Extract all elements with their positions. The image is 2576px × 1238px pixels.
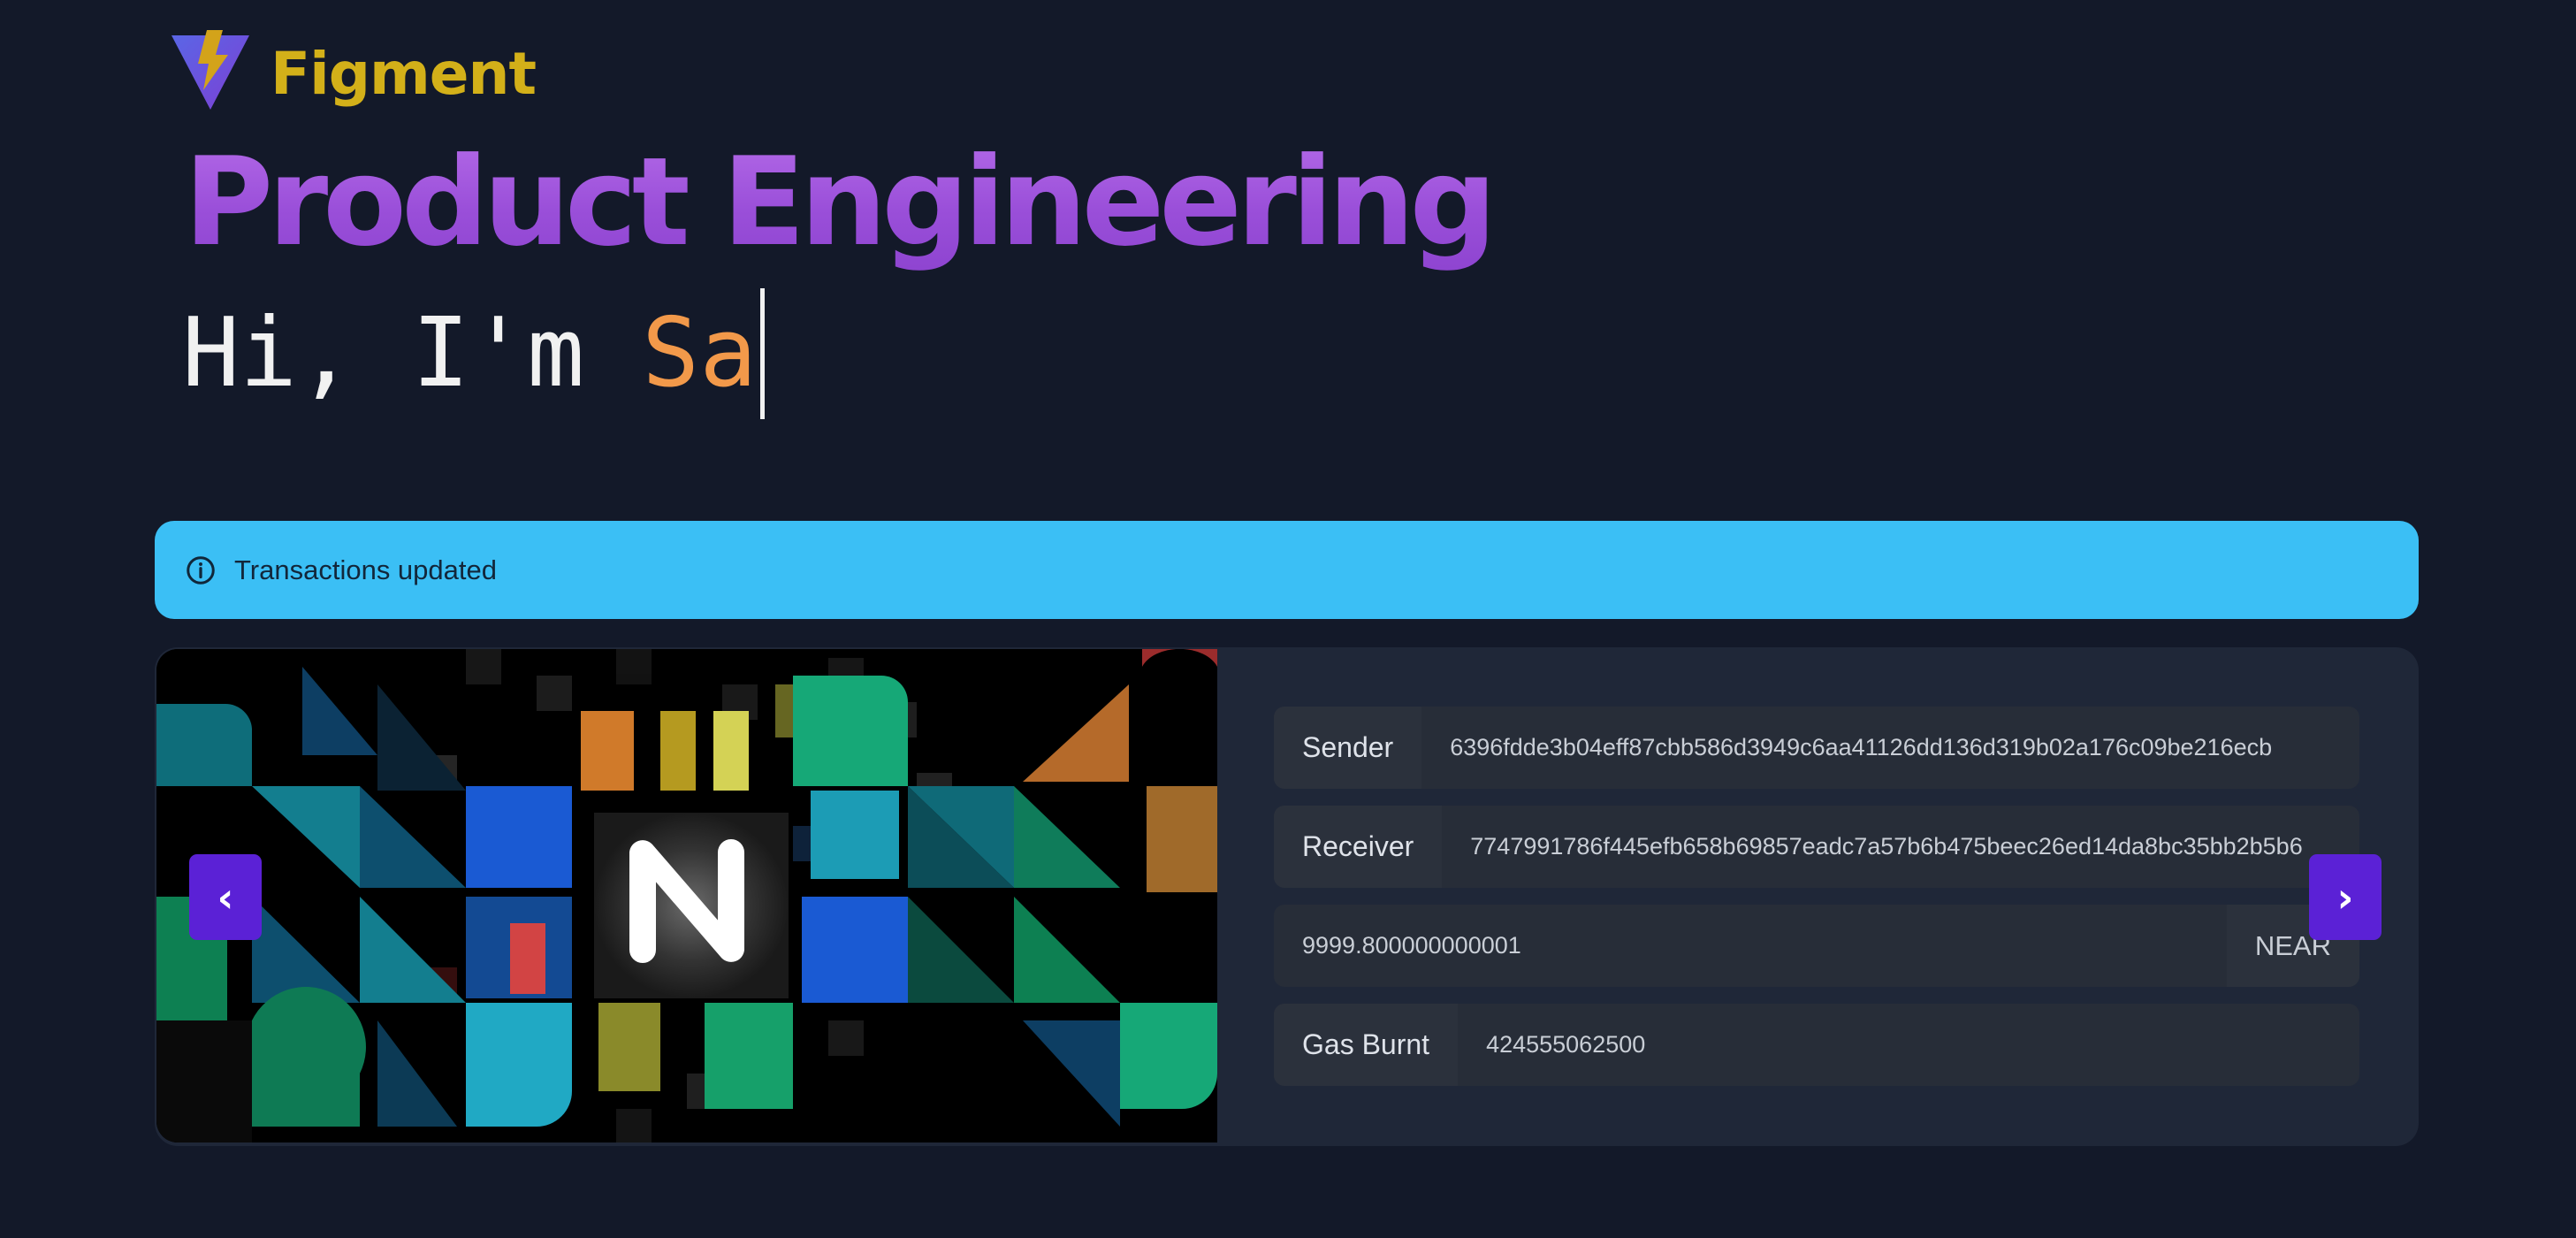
- receiver-field[interactable]: Receiver 7747991786f445efb658b69857eadc7…: [1274, 806, 2359, 888]
- typing-cursor: [760, 288, 766, 419]
- transactions-alert: Transactions updated: [155, 521, 2419, 619]
- chevron-right-icon: ›: [2336, 873, 2354, 921]
- gas-burnt-value[interactable]: 424555062500: [1458, 1004, 2359, 1086]
- typing-static-text: Hi, I'm: [182, 298, 643, 409]
- near-artwork: [156, 649, 1217, 1142]
- near-artwork-image: [156, 649, 1217, 1142]
- receiver-label: Receiver: [1274, 806, 1443, 888]
- brand-name: Figment: [271, 40, 537, 108]
- figment-lightning-logo-icon: [171, 30, 249, 110]
- sender-label: Sender: [1274, 707, 1422, 789]
- info-circle-icon: [187, 555, 215, 585]
- amount-field[interactable]: 9999.800000000001 NEAR: [1274, 905, 2359, 987]
- sender-value[interactable]: 6396fdde3b04eff87cbb586d3949c6aa41126dd1…: [1421, 707, 2359, 789]
- alert-text: Transactions updated: [234, 554, 497, 585]
- typing-headline: Hi, I'm Sa: [182, 288, 766, 419]
- chevron-left-icon: ‹: [217, 873, 234, 921]
- transaction-card: Sender 6396fdde3b04eff87cbb586d3949c6aa4…: [155, 647, 2419, 1146]
- gas-burnt-label: Gas Burnt: [1274, 1004, 1459, 1086]
- carousel-prev-button[interactable]: ‹: [189, 854, 262, 940]
- typing-dynamic-text: Sa: [642, 298, 758, 409]
- receiver-value[interactable]: 7747991786f445efb658b69857eadc7a57b6b475…: [1442, 806, 2359, 888]
- sender-field[interactable]: Sender 6396fdde3b04eff87cbb586d3949c6aa4…: [1274, 707, 2359, 789]
- brand[interactable]: Figment: [168, 28, 537, 113]
- gas-burnt-field[interactable]: Gas Burnt 424555062500: [1274, 1004, 2359, 1086]
- amount-value[interactable]: 9999.800000000001: [1274, 905, 2227, 987]
- carousel-next-button[interactable]: ›: [2309, 854, 2382, 940]
- hero-title: Product Engineering: [184, 131, 1497, 273]
